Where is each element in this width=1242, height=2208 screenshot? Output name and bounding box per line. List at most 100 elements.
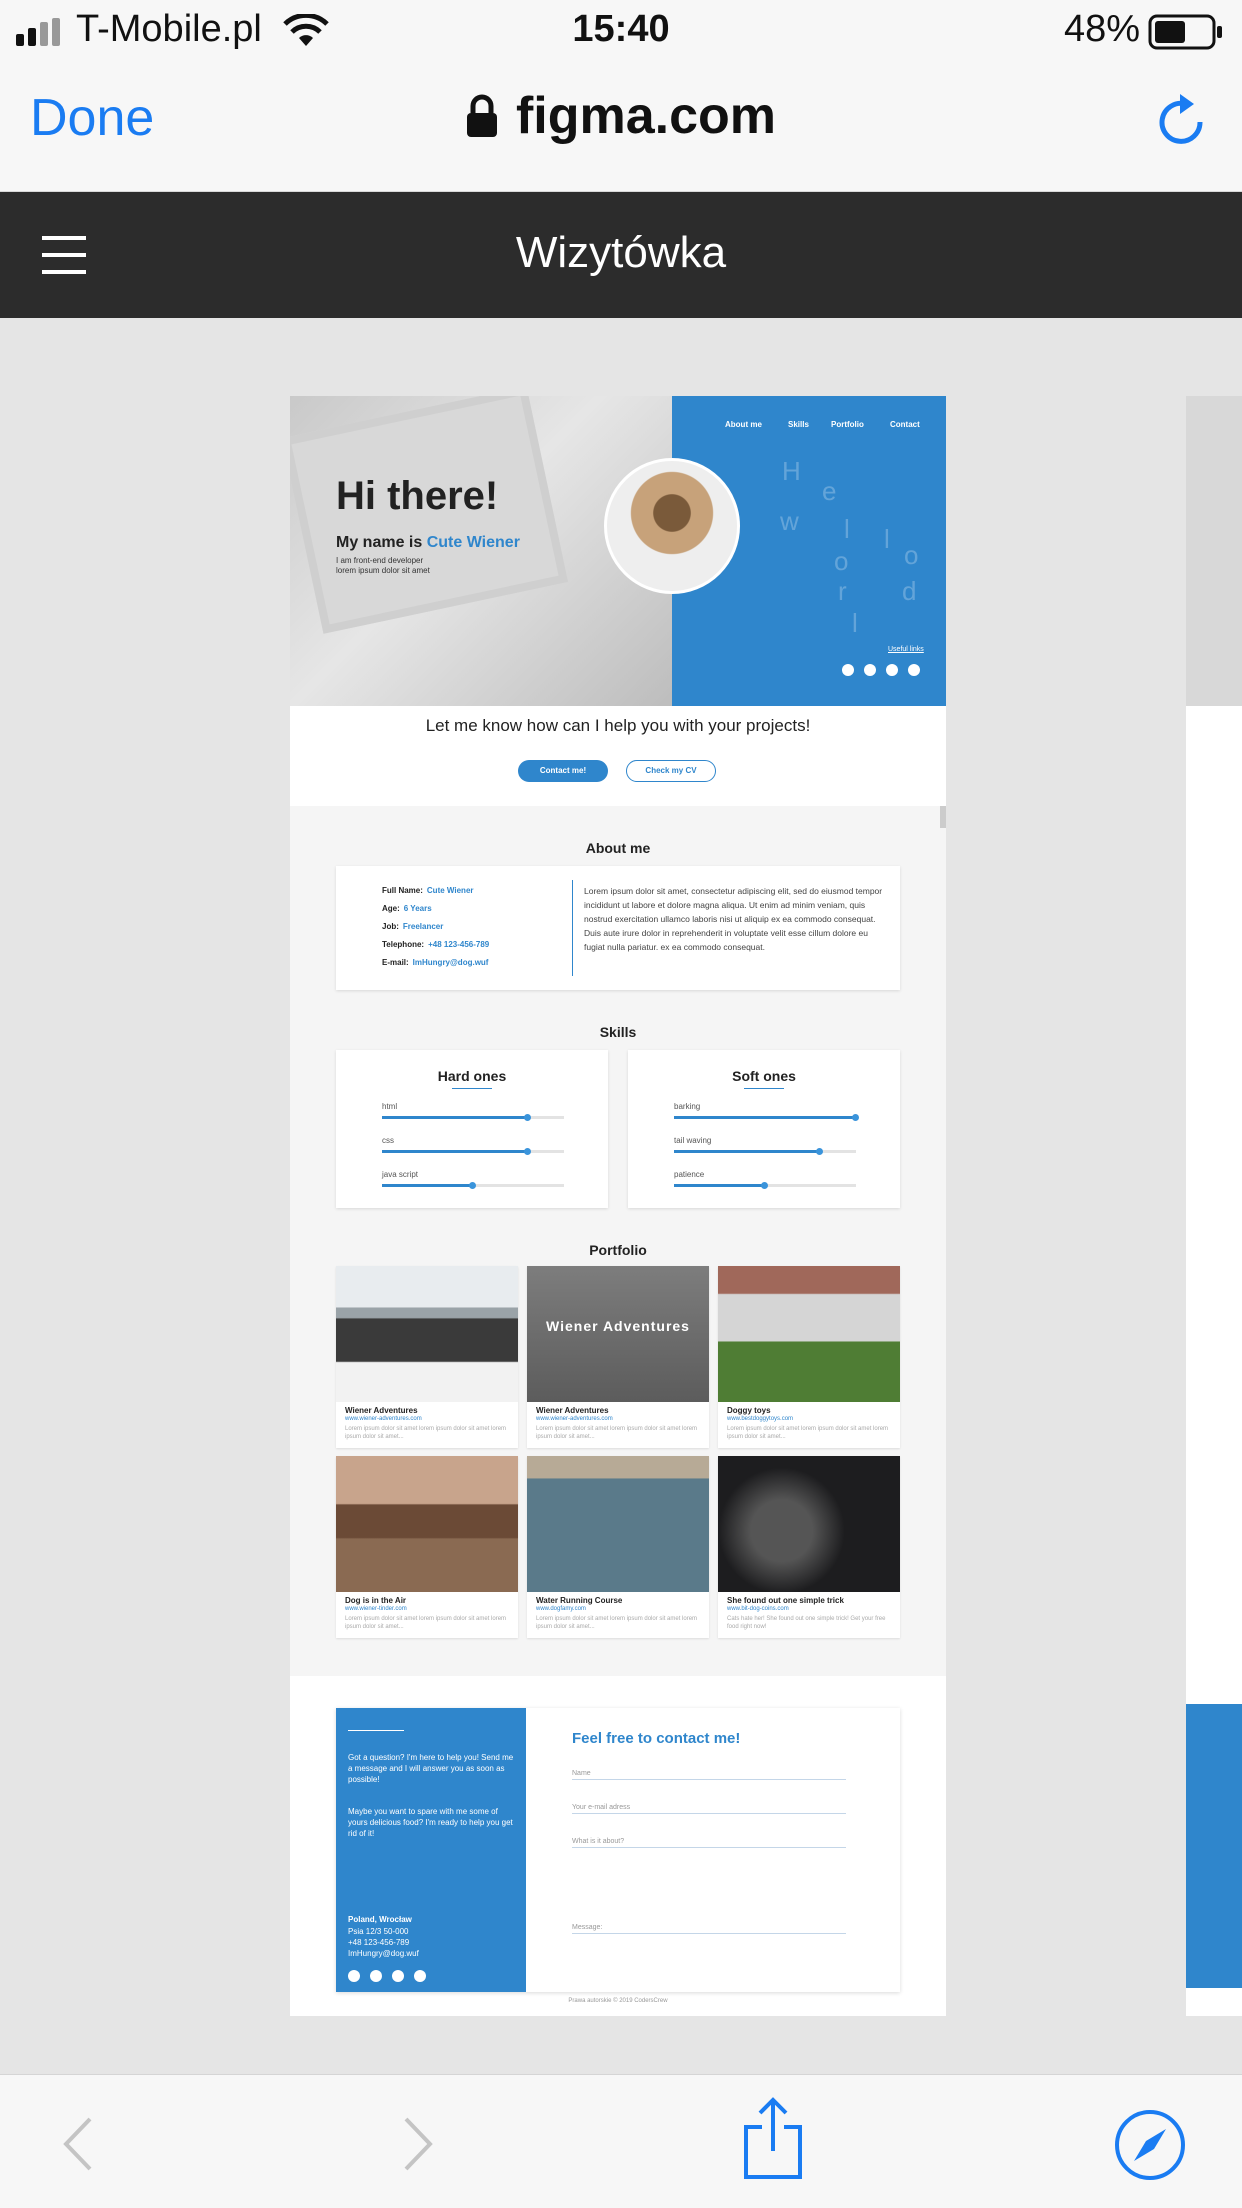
skill-bar	[674, 1148, 856, 1155]
portfolio-item-link[interactable]: www.wiener-tinder.com	[345, 1606, 407, 1612]
skill-label: css	[382, 1136, 394, 1145]
contact-intro-1: Got a question? I'm here to help you! Se…	[348, 1753, 514, 1784]
address-title: Poland, Wrocław	[348, 1915, 412, 1924]
info-email: E-mail: ImHungry@dog.wuf	[382, 958, 489, 967]
message-field[interactable]: Message:	[572, 1924, 846, 1934]
status-bar: T-Mobile.pl 15:40 48%	[0, 0, 1242, 64]
portfolio-card[interactable]: Wiener Adventures Wiener Adventures www.…	[527, 1266, 709, 1448]
portfolio-title: Portfolio	[589, 1242, 647, 1258]
soft-skills-title: Soft ones	[732, 1068, 796, 1084]
design-frame[interactable]: About me Skills Portfolio Contact H e l …	[290, 396, 946, 2016]
battery-icon	[1148, 14, 1222, 50]
url-text: figma.com	[515, 87, 777, 145]
about-title: About me	[585, 840, 651, 856]
facebook-icon[interactable]	[908, 664, 920, 676]
about-text: Lorem ipsum dolor sit amet, consectetur …	[584, 886, 883, 952]
check-cv-button[interactable]: Check my CV	[626, 760, 716, 782]
skill-bar	[674, 1182, 856, 1189]
info-age: Age: 6 Years	[382, 904, 432, 913]
portfolio-card[interactable]: Dog is in the Air www.wiener-tinder.com …	[336, 1456, 518, 1638]
hello-letter: w	[780, 506, 799, 536]
portfolio-card[interactable]: She found out one simple trick www.bit-d…	[718, 1456, 900, 1638]
facebook-icon[interactable]	[414, 1970, 426, 1982]
hello-letter: d	[902, 576, 917, 606]
portfolio-item-title: Doggy toys	[727, 1406, 771, 1415]
portfolio-item-desc: Lorem ipsum dolor sit amet lorem ipsum d…	[536, 1426, 698, 1440]
nav-contact[interactable]: Contact	[890, 420, 920, 429]
portfolio-item-link[interactable]: www.bit-dog-coins.com	[727, 1606, 789, 1612]
hello-letter: l	[884, 524, 890, 554]
forward-icon[interactable]	[398, 2115, 438, 2173]
dribbble-icon[interactable]	[864, 664, 876, 676]
hello-letter: r	[838, 576, 847, 606]
skills-title: Skills	[599, 1024, 637, 1040]
bookmarks-compass-icon[interactable]	[1114, 2109, 1186, 2181]
share-icon[interactable]	[742, 2097, 804, 2181]
adjacent-frame-right[interactable]	[1186, 396, 1242, 2016]
contact-me-button[interactable]: Contact me!	[518, 760, 608, 782]
portfolio-item-link[interactable]: www.dogfamy.com	[536, 1606, 586, 1612]
hard-skills-title: Hard ones	[437, 1068, 507, 1084]
content-section: About me Full Name: Cute Wiener Age: 6 Yea…	[290, 806, 946, 1676]
file-title: Wizytówka	[515, 228, 727, 277]
hello-letter: e	[822, 476, 837, 506]
hello-letter: o	[904, 540, 919, 570]
portfolio-item-desc: Lorem ipsum dolor sit amet lorem ipsum d…	[345, 1426, 507, 1440]
name-field[interactable]: Name	[572, 1770, 846, 1780]
skill-bar	[674, 1114, 859, 1121]
address-street: Psia 12/3 50-000	[348, 1927, 409, 1936]
github-icon[interactable]	[392, 1970, 404, 1982]
portfolio-card[interactable]: Wiener Adventures www.wiener-adventures.…	[336, 1266, 518, 1448]
hero-section: About me Skills Portfolio Contact H e l …	[290, 396, 946, 706]
clock: 15:40	[572, 8, 670, 50]
nav-portfolio[interactable]: Portfolio	[831, 420, 864, 429]
portfolio-item-link[interactable]: www.wiener-adventures.com	[536, 1416, 613, 1422]
reload-icon[interactable]	[1156, 92, 1210, 150]
contact-intro-2: Maybe you want to spare with me some of …	[348, 1807, 513, 1838]
contact-card: Got a question? I'm here to help you! Se…	[336, 1708, 900, 1992]
portfolio-image	[336, 1266, 518, 1402]
portfolio-card[interactable]: Doggy toys www.bestdoggytoys.com Lorem i…	[718, 1266, 900, 1448]
github-icon[interactable]	[886, 664, 898, 676]
figma-canvas[interactable]: About me Skills Portfolio Contact H e l …	[0, 318, 1242, 2074]
profile-photo	[604, 458, 740, 594]
portfolio-image	[718, 1456, 900, 1592]
portfolio-item-desc: Lorem ipsum dolor sit amet lorem ipsum d…	[345, 1616, 507, 1630]
skill-label: barking	[674, 1102, 701, 1111]
dribbble-icon[interactable]	[370, 1970, 382, 1982]
hello-letter: l	[844, 514, 850, 544]
contact-form-title: Feel free to contact me!	[572, 1730, 741, 1747]
browser-navbar: Done figma.com	[0, 64, 1242, 192]
skill-label: tail waving	[674, 1136, 712, 1145]
figma-header: Wizytówka	[0, 192, 1242, 318]
nav-about[interactable]: About me	[725, 420, 762, 429]
scrollbar[interactable]	[940, 806, 946, 828]
useful-links[interactable]: Useful links	[888, 646, 924, 653]
hero-subline-1: I am front-end developer	[336, 556, 424, 565]
portfolio-item-link[interactable]: www.bestdoggytoys.com	[727, 1416, 793, 1422]
subject-field[interactable]: What is it about?	[572, 1838, 846, 1848]
portfolio-image	[527, 1266, 709, 1402]
soft-skills-card: Soft ones barking tail waving patience	[628, 1050, 900, 1208]
address-phone: +48 123-456-789	[348, 1938, 410, 1947]
url-bar[interactable]: figma.com	[0, 86, 1242, 146]
portfolio-card[interactable]: Water Running Course www.dogfamy.com Lor…	[527, 1456, 709, 1638]
skill-bar	[382, 1148, 564, 1155]
battery-percent: 48%	[1064, 8, 1141, 50]
email-field[interactable]: Your e-mail adress	[572, 1804, 846, 1814]
hello-letter: l	[852, 608, 858, 638]
contact-section: Got a question? I'm here to help you! Se…	[290, 1676, 946, 2016]
skill-label: patience	[674, 1170, 705, 1179]
address-email: ImHungry@dog.wuf	[348, 1949, 419, 1958]
back-icon[interactable]	[58, 2115, 98, 2173]
twitter-icon[interactable]	[842, 664, 854, 676]
hello-letter: H	[782, 456, 801, 486]
skill-bar	[382, 1114, 564, 1121]
twitter-icon[interactable]	[348, 1970, 360, 1982]
nav-skills[interactable]: Skills	[788, 420, 809, 429]
info-job: Job: Freelancer	[382, 922, 444, 931]
hero-greeting: Hi there!	[336, 474, 499, 518]
portfolio-item-desc: Cats hate her! She found out one simple …	[727, 1616, 886, 1630]
name-prefix: My name is	[336, 534, 423, 551]
portfolio-item-link[interactable]: www.wiener-adventures.com	[345, 1416, 422, 1422]
